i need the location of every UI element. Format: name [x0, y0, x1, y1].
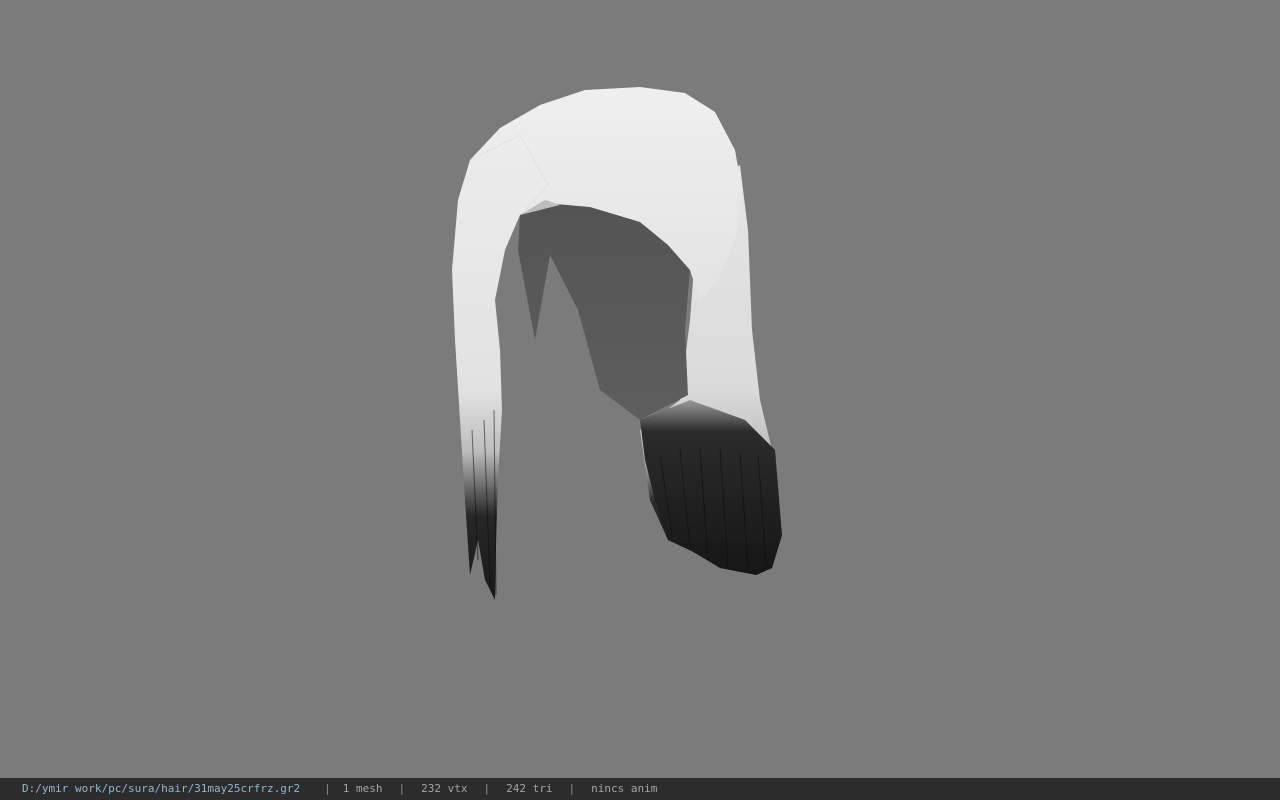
- separator: |: [324, 782, 331, 795]
- separator: |: [568, 782, 576, 795]
- file-path: D:/ymir work/pc/sura/hair/31may25crfrz.g…: [22, 782, 301, 795]
- status-bar: D:/ymir work/pc/sura/hair/31may25crfrz.g…: [0, 778, 1280, 800]
- animation-status: nincs anim: [591, 782, 658, 795]
- separator: |: [398, 782, 406, 795]
- separator: |: [483, 782, 491, 795]
- triangle-count: 242 tri: [506, 782, 553, 795]
- hair-model: [452, 87, 782, 600]
- mesh-count: 1 mesh: [342, 782, 383, 795]
- vertex-count: 232 vtx: [421, 782, 468, 795]
- 3d-viewport[interactable]: [0, 0, 1280, 778]
